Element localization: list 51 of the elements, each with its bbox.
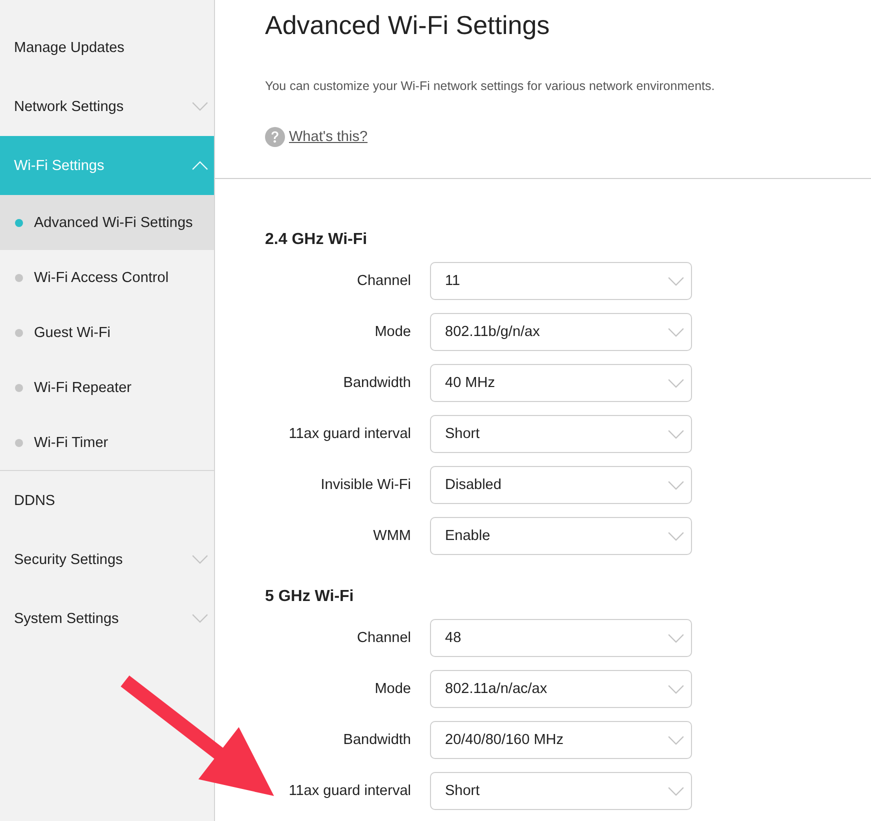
chevron-down-icon — [668, 684, 684, 694]
chevron-down-icon — [668, 430, 684, 438]
chevron-down-icon — [668, 786, 684, 796]
chevron-down-icon — [668, 736, 684, 744]
help-icon[interactable] — [265, 127, 285, 147]
field-label: Invisible Wi-Fi — [320, 476, 411, 494]
dropdown-select[interactable]: 20/40/80/160 MHz — [430, 721, 692, 759]
field-label: 11ax guard interval — [288, 782, 411, 800]
field-label: 11ax guard interval — [288, 425, 411, 443]
dropdown-select[interactable]: 40 MHz — [430, 364, 692, 402]
dropdown-select[interactable]: 802.11a/n/ac/ax — [430, 670, 692, 708]
chevron-down-icon — [668, 328, 684, 336]
chevron-down-icon — [668, 634, 684, 642]
page-title: Advanced Wi-Fi Settings — [265, 9, 550, 41]
sidebar-item[interactable]: Security Settings — [0, 530, 214, 589]
sidebar-subitem[interactable]: Advanced Wi-Fi Settings — [0, 195, 214, 250]
sidebar-item[interactable]: System Settings — [0, 589, 214, 648]
dropdown-select[interactable]: 802.11b/g/n/ax — [430, 313, 692, 351]
field-label: Bandwidth — [343, 374, 411, 392]
section-heading: 5 GHz Wi-Fi — [265, 587, 354, 607]
bullet-dot-icon — [15, 438, 23, 446]
bullet-dot-icon — [15, 328, 23, 336]
dropdown-select[interactable]: 11 — [430, 262, 692, 300]
bullet-dot-icon — [15, 218, 23, 226]
sidebar-subitem[interactable]: Wi-Fi Repeater — [0, 360, 214, 415]
bullet-dot-icon — [15, 384, 23, 392]
dropdown-select[interactable]: Enable — [430, 517, 692, 555]
field-label: Channel — [356, 272, 411, 290]
dropdown-select[interactable]: Disabled — [430, 466, 692, 504]
chevron-down-icon — [668, 378, 684, 388]
help-link[interactable]: What's this? — [289, 128, 368, 146]
sidebar-item[interactable]: Network Settings — [0, 77, 214, 136]
dropdown-select[interactable]: Short — [430, 772, 692, 810]
chevron-down-icon — [668, 480, 684, 490]
sidebar-subitem[interactable]: Guest Wi-Fi — [0, 305, 214, 360]
field-label: Mode — [374, 680, 411, 698]
sidebar-item[interactable]: DDNS — [0, 471, 214, 530]
sidebar-item[interactable]: Manage Updates — [0, 18, 214, 77]
chevron-down-icon — [668, 532, 684, 540]
page-description: You can customize your Wi-Fi network settings for various network environments. — [265, 78, 715, 95]
sidebar-subitem[interactable]: Wi-Fi Timer — [0, 415, 214, 470]
field-label: WMM — [373, 527, 411, 545]
field-label: Channel — [356, 629, 411, 647]
dropdown-select[interactable]: 48 — [430, 619, 692, 657]
chevron-down-icon — [668, 276, 684, 286]
sidebar-subitem[interactable]: Wi-Fi Access Control — [0, 250, 214, 305]
section-heading: 2.4 GHz Wi-Fi — [265, 230, 368, 250]
bullet-dot-icon — [15, 274, 23, 282]
dropdown-select[interactable]: Short — [430, 415, 692, 453]
field-label: Bandwidth — [343, 731, 411, 749]
field-label: Mode — [374, 323, 411, 341]
